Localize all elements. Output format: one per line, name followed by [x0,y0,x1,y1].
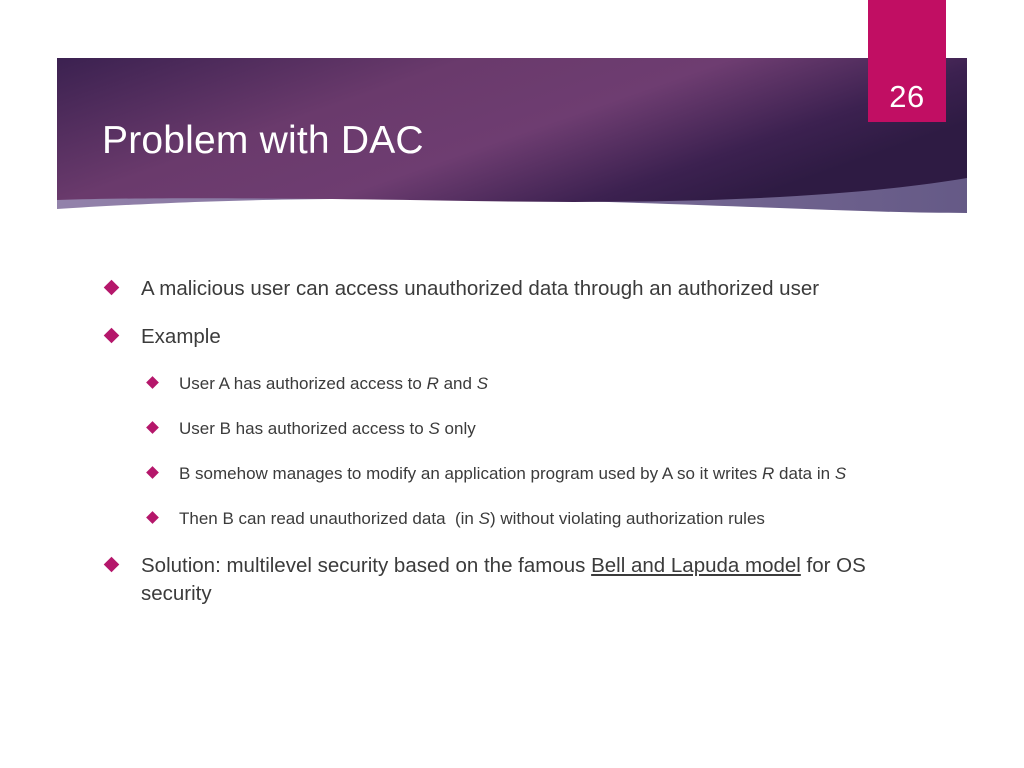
bullet-item: A malicious user can access unauthorized… [0,275,1024,303]
sub-bullet-text: User B has authorized access to S only [179,418,476,438]
bullet-text: Solution: multilevel security based on t… [141,554,872,606]
slide-number-badge: 26 [868,0,946,122]
slide-number: 26 [889,79,925,114]
diamond-bullet-icon [103,279,120,296]
sub-bullet-item: User B has authorized access to S only [0,417,1024,441]
bullet-item: Example [0,323,1024,351]
diamond-bullet-icon [146,465,159,479]
sub-bullet-item: B somehow manages to modify an applicati… [0,462,1024,486]
bullet-item: Solution: multilevel security based on t… [0,552,1024,609]
page-title: Problem with DAC [102,119,424,162]
diamond-bullet-icon [146,375,159,389]
sub-bullet-item: User A has authorized access to R and S [0,372,1024,396]
sub-bullet-text: Then B can read unauthorized data (in S)… [179,508,765,528]
bullet-text: Example [141,325,221,349]
sub-bullet-text: B somehow manages to modify an applicati… [179,463,847,483]
diamond-bullet-icon [146,420,159,434]
slide-body: A malicious user can access unauthorized… [0,275,1024,629]
diamond-bullet-icon [103,328,120,344]
sub-bullet-text: User A has authorized access to R and S [179,373,489,393]
bullet-text: A malicious user can access unauthorized… [141,277,820,300]
diamond-bullet-icon [103,556,120,573]
diamond-bullet-icon [146,511,159,524]
sub-bullet-item: Then B can read unauthorized data (in S)… [0,507,1024,531]
presentation-slide: 26 Problem with DAC A malicious user can… [0,0,1024,768]
